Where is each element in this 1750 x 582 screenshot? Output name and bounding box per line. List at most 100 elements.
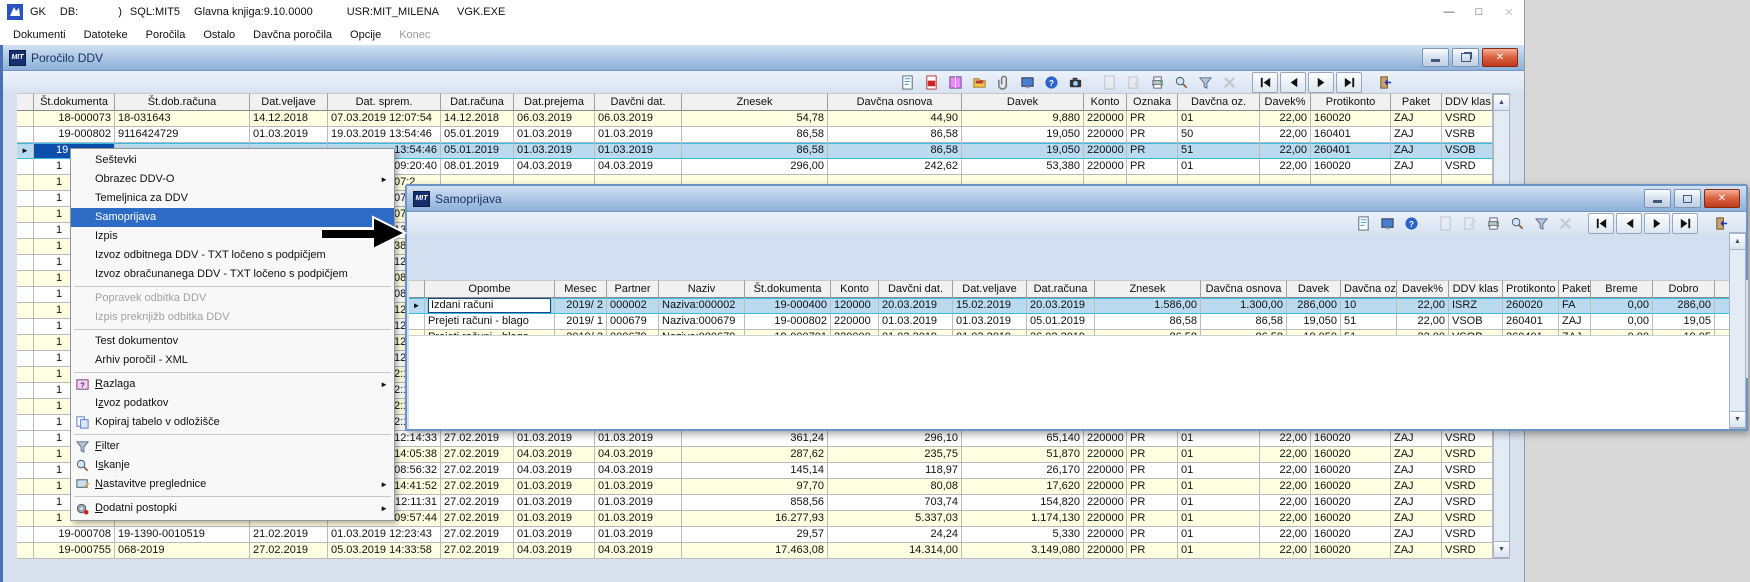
help-button[interactable]: ? bbox=[1040, 73, 1062, 93]
help-button[interactable]: ? bbox=[1400, 213, 1422, 233]
samoprijava-titlebar[interactable]: MIT Samoprijava ✕ bbox=[407, 186, 1746, 212]
magnifier-button[interactable] bbox=[1506, 213, 1528, 233]
nav-first-button[interactable] bbox=[1588, 212, 1614, 234]
porocilo-ddv-titlebar[interactable]: MIT Poročilo DDV ✕ bbox=[3, 45, 1524, 71]
scroll-down-icon[interactable]: ▼ bbox=[1730, 411, 1745, 428]
menu-item-test-dokumentov[interactable]: Test dokumentov bbox=[71, 332, 394, 351]
menubar-item-ostalo[interactable]: Ostalo bbox=[194, 27, 244, 43]
menu-item-obrazec-ddv-o[interactable]: Obrazec DDV-O ► bbox=[71, 170, 394, 189]
column-header-znesek[interactable]: Znesek bbox=[682, 93, 828, 111]
column-header-opombe[interactable]: Opombe bbox=[425, 280, 555, 298]
nav-last-button[interactable] bbox=[1336, 72, 1362, 93]
menu-item-nastavitve-preglednice[interactable]: Nastavitve preglednice ► bbox=[71, 475, 394, 494]
scroll-up-icon[interactable]: ▲ bbox=[1494, 94, 1509, 111]
menu-item-kopiraj-tabelo-v-odlo-i-e[interactable]: Kopiraj tabelo v odložišče bbox=[71, 413, 394, 432]
samoprijava-vertical-scrollbar[interactable]: ▲ ▼ bbox=[1729, 232, 1746, 429]
printer-button[interactable] bbox=[1146, 73, 1168, 93]
column-header-dat-sprem-[interactable]: Dat. sprem. bbox=[328, 93, 441, 111]
column-header-dat-prejema[interactable]: Dat.prejema bbox=[514, 93, 595, 111]
scroll-up-icon[interactable]: ▲ bbox=[1730, 233, 1745, 250]
column-header-paket[interactable]: Paket bbox=[1391, 93, 1442, 111]
restore-button[interactable] bbox=[1674, 189, 1701, 208]
column-header-ddv-klas[interactable]: DDV klas bbox=[1449, 280, 1503, 298]
column-header--t-dokumenta[interactable]: Št.dokumenta bbox=[745, 280, 831, 298]
pdf-export-button[interactable] bbox=[920, 73, 942, 93]
export-doc-button[interactable] bbox=[1352, 213, 1374, 233]
nav-last-button[interactable] bbox=[1672, 212, 1698, 234]
report-book-button[interactable] bbox=[944, 73, 966, 93]
column-header-dav-na-oz-[interactable]: Davčna oz. bbox=[1178, 93, 1260, 111]
column-header-mesec[interactable]: Mesec bbox=[555, 280, 607, 298]
app-minimize-button[interactable]: — bbox=[1434, 2, 1464, 22]
app-titlebar[interactable]: GK DB:) SQL:MIT5 Glavna knjiga:9.10.0000 USR… bbox=[0, 0, 1524, 24]
column-header-dav-na-osnova[interactable]: Davčna osnova bbox=[1201, 280, 1287, 298]
column-header--t-dokumenta[interactable]: Št.dokumenta bbox=[34, 93, 115, 111]
column-header-davek-[interactable]: Davek% bbox=[1260, 93, 1311, 111]
screen-view-button[interactable] bbox=[1016, 73, 1038, 93]
column-header-marker[interactable] bbox=[409, 280, 425, 298]
column-header-davek[interactable]: Davek bbox=[1287, 280, 1341, 298]
column-header-ddv-klas[interactable]: DDV klas bbox=[1442, 93, 1493, 111]
column-header-partner[interactable]: Partner bbox=[607, 280, 659, 298]
menubar-item-dokumenti[interactable]: Dokumenti bbox=[4, 27, 75, 43]
close-button[interactable]: ✕ bbox=[1482, 48, 1518, 67]
screen-view-button[interactable] bbox=[1376, 213, 1398, 233]
column-header-marker[interactable] bbox=[17, 93, 34, 111]
menu-item-se-tevki[interactable]: Seštevki bbox=[71, 151, 394, 170]
column-header-paket[interactable]: Paket bbox=[1559, 280, 1591, 298]
paperclip-button[interactable] bbox=[992, 73, 1014, 93]
column-header-davek-[interactable]: Davek% bbox=[1397, 280, 1449, 298]
menu-item-izvoz-obra-unanega-ddv-txt-lo-eno-s-podpi-jem[interactable]: Izvoz obračunanega DDV - TXT ločeno s po… bbox=[71, 265, 394, 284]
magnifier-button[interactable] bbox=[1170, 73, 1192, 93]
table-row[interactable]: 19-000802 9116424729 01.03.2019 19.03.2019 … bbox=[17, 127, 1493, 143]
column-header-dat-ra-una[interactable]: Dat.računa bbox=[441, 93, 514, 111]
column-header-konto[interactable]: Konto bbox=[831, 280, 879, 298]
nav-prev-button[interactable] bbox=[1280, 72, 1306, 93]
column-header-dav-ni-dat-[interactable]: Davčni dat. bbox=[879, 280, 953, 298]
close-button[interactable]: ✕ bbox=[1704, 189, 1740, 208]
nav-next-button[interactable] bbox=[1644, 212, 1670, 234]
column-header-dav-na-osnova[interactable]: Davčna osnova bbox=[828, 93, 962, 111]
table-row[interactable]: ► Izdani računi 2019/ 2 000002 Naziva:000002… bbox=[409, 298, 1748, 314]
exit-door-button[interactable] bbox=[1710, 213, 1732, 233]
menu-item-temeljnica-za-ddv[interactable]: Temeljnica za DDV bbox=[71, 189, 394, 208]
nav-first-button[interactable] bbox=[1252, 72, 1278, 93]
column-header-breme[interactable]: Breme bbox=[1591, 280, 1653, 298]
table-row[interactable]: 18-000073 18-031643 14.12.2018 07.03.2019 1… bbox=[17, 111, 1493, 127]
menubar-item-dav-na-poro-ila[interactable]: Davčna poročila bbox=[244, 27, 341, 43]
restore-button[interactable] bbox=[1452, 48, 1479, 67]
column-header-dat-ra-una[interactable]: Dat.računa bbox=[1027, 280, 1095, 298]
minimize-button[interactable] bbox=[1422, 48, 1449, 67]
nav-next-button[interactable] bbox=[1308, 72, 1334, 93]
column-header-dat-veljave[interactable]: Dat.veljave bbox=[250, 93, 328, 111]
camera-button[interactable] bbox=[1064, 73, 1086, 93]
table-row[interactable]: 19-000708 19-1390-0010519 21.02.2019 01.03.… bbox=[17, 527, 1493, 543]
nav-prev-button[interactable] bbox=[1616, 212, 1642, 234]
menubar-item-poro-ila[interactable]: Poročila bbox=[137, 27, 195, 43]
archive-folder-button[interactable] bbox=[968, 73, 990, 93]
menu-item-iskanje[interactable]: Iskanje bbox=[71, 456, 394, 475]
app-maximize-button[interactable]: □ bbox=[1464, 2, 1494, 22]
menu-item-arhiv-poro-il-xml[interactable]: Arhiv poročil - XML bbox=[71, 351, 394, 370]
column-header-dav-ni-dat-[interactable]: Davčni dat. bbox=[595, 93, 682, 111]
column-header--t-dob-ra-una[interactable]: Št.dob.računa bbox=[115, 93, 250, 111]
column-header-protikonto[interactable]: Protikonto bbox=[1311, 93, 1391, 111]
scroll-down-icon[interactable]: ▼ bbox=[1494, 541, 1509, 558]
app-close-button[interactable]: ✕ bbox=[1494, 2, 1524, 22]
column-header-dav-na-oz-[interactable]: Davčna oz. bbox=[1341, 280, 1397, 298]
column-header-naziv[interactable]: Naziv bbox=[659, 280, 745, 298]
printer-button[interactable] bbox=[1482, 213, 1504, 233]
menubar-item-opcije[interactable]: Opcije bbox=[341, 27, 390, 43]
menu-item-filter[interactable]: Filter bbox=[71, 437, 394, 456]
export-doc-button[interactable] bbox=[896, 73, 918, 93]
column-header-dat-veljave[interactable]: Dat.veljave bbox=[953, 280, 1027, 298]
minimize-button[interactable] bbox=[1644, 189, 1671, 208]
column-header-protikonto[interactable]: Protikonto bbox=[1503, 280, 1559, 298]
menu-item-izvoz-podatkov[interactable]: Izvoz podatkov bbox=[71, 394, 394, 413]
column-header-dobro[interactable]: Dobro bbox=[1653, 280, 1715, 298]
table-row[interactable]: Prejeti računi - blago 2019/ 1 000679 Naziv… bbox=[409, 314, 1748, 330]
filter-funnel-button[interactable] bbox=[1194, 73, 1216, 93]
filter-funnel-button[interactable] bbox=[1530, 213, 1552, 233]
column-header-oznaka[interactable]: Oznaka bbox=[1127, 93, 1178, 111]
menu-item-dodatni-postopki[interactable]: Dodatni postopki ► bbox=[71, 499, 394, 518]
